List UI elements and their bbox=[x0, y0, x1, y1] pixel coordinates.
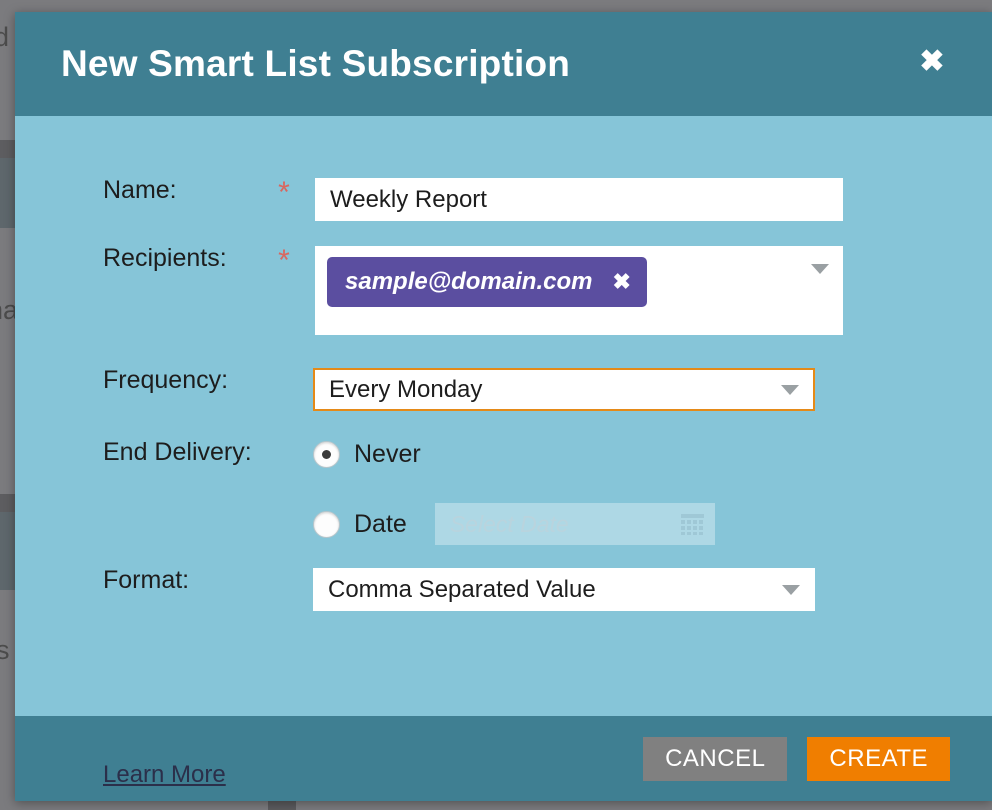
cancel-button[interactable]: CANCEL bbox=[643, 736, 788, 781]
format-select-value: Comma Separated Value bbox=[328, 575, 596, 603]
date-input-placeholder: Select Date bbox=[449, 510, 569, 537]
format-row: Format: Comma Separated Value bbox=[15, 568, 992, 611]
dialog-body: Name: * Weekly Report Recipients: * samp… bbox=[15, 116, 992, 788]
dialog-title: New Smart List Subscription bbox=[61, 43, 571, 84]
frequency-row: Frequency: Every Monday bbox=[15, 368, 992, 411]
format-label: Format: bbox=[103, 566, 190, 594]
recipients-label: Recipients: bbox=[103, 244, 227, 272]
create-button[interactable]: CREATE bbox=[807, 736, 950, 781]
radio-never-label[interactable]: Never bbox=[354, 440, 421, 469]
recipients-input[interactable]: sample@domain.com ✖ bbox=[315, 246, 843, 335]
end-delivery-row: End Delivery: Never Date Select Date bbox=[15, 440, 992, 545]
format-select[interactable]: Comma Separated Value bbox=[313, 568, 815, 611]
end-delivery-option-never[interactable]: Never bbox=[313, 440, 715, 469]
recipients-required-marker: * bbox=[278, 244, 290, 277]
backdrop-bottom-strip bbox=[0, 800, 992, 810]
chevron-down-icon[interactable] bbox=[811, 264, 829, 274]
name-label: Name: bbox=[103, 176, 177, 204]
backdrop-text-fragment: d bbox=[0, 22, 10, 52]
dialog-header: New Smart List Subscription ✖ bbox=[15, 12, 992, 116]
frequency-select-value: Every Monday bbox=[329, 375, 483, 403]
frequency-select[interactable]: Every Monday bbox=[313, 368, 815, 411]
date-input: Select Date bbox=[434, 503, 715, 545]
calendar-icon bbox=[680, 513, 704, 535]
recipient-chip-label: sample@domain.com bbox=[345, 268, 593, 295]
remove-recipient-icon[interactable]: ✖ bbox=[612, 271, 630, 293]
name-input[interactable]: Weekly Report bbox=[315, 178, 843, 221]
close-icon[interactable]: ✖ bbox=[917, 47, 947, 77]
chevron-down-icon bbox=[781, 384, 799, 395]
backdrop-text-fragment: s bbox=[0, 635, 10, 665]
end-delivery-option-date[interactable]: Date Select Date bbox=[313, 503, 715, 545]
radio-date[interactable] bbox=[313, 510, 340, 538]
chevron-down-icon bbox=[782, 584, 800, 595]
frequency-label: Frequency: bbox=[103, 366, 229, 394]
recipients-row: Recipients: * sample@domain.com ✖ bbox=[15, 246, 992, 335]
radio-never[interactable] bbox=[313, 441, 340, 468]
name-input-value: Weekly Report bbox=[330, 185, 487, 213]
learn-more-link[interactable]: Learn More bbox=[103, 761, 226, 789]
name-row: Name: * Weekly Report bbox=[15, 178, 992, 221]
name-required-marker: * bbox=[278, 176, 290, 209]
new-smart-list-subscription-dialog: New Smart List Subscription ✖ Name: * We… bbox=[15, 12, 992, 801]
radio-date-label[interactable]: Date bbox=[354, 510, 407, 539]
end-delivery-label: End Delivery: bbox=[103, 438, 252, 466]
recipient-chip[interactable]: sample@domain.com ✖ bbox=[327, 257, 647, 307]
